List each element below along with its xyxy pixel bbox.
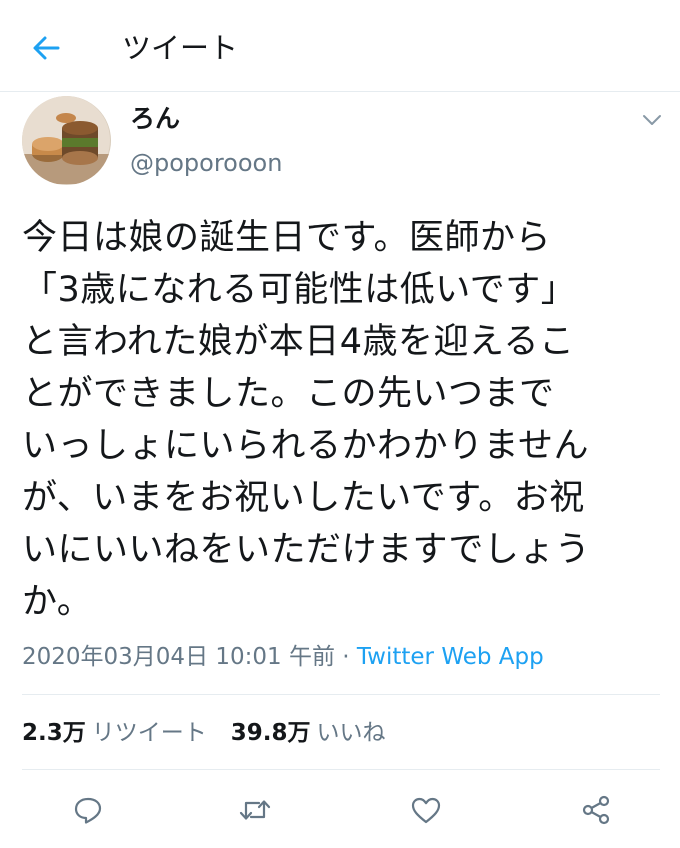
page-title: ツイート [122, 31, 239, 65]
meta-separator: · [334, 644, 357, 670]
back-button[interactable] [22, 26, 70, 70]
reply-button[interactable] [66, 788, 110, 832]
reply-icon [72, 794, 104, 826]
author-handle[interactable]: @poporooon [130, 146, 282, 180]
more-options-button[interactable] [636, 106, 668, 134]
top-bar: ツイート [0, 0, 680, 92]
tweet-stats: 2.3万 リツイート 39.8万 いいね [22, 716, 386, 750]
heart-icon [410, 795, 442, 825]
retweets-label: リツイート [91, 720, 207, 746]
share-button[interactable] [574, 788, 618, 832]
tweet-meta: 2020年03月04日 10:01 午前 · Twitter Web App [22, 640, 544, 674]
divider [22, 769, 660, 770]
client-link[interactable]: Twitter Web App [357, 644, 544, 670]
retweet-button[interactable] [233, 788, 277, 832]
arrow-left-icon [31, 33, 61, 63]
divider [22, 694, 660, 695]
author-name[interactable]: ろん [130, 102, 180, 136]
likes-count: 39.8万 [230, 720, 311, 746]
likes-label: いいね [316, 720, 386, 746]
share-icon [580, 794, 612, 826]
chevron-down-icon [642, 113, 662, 127]
retweet-icon [238, 794, 272, 826]
likes-stat[interactable]: 39.8万 いいね [231, 716, 386, 750]
timestamp[interactable]: 2020年03月04日 10:01 午前 [22, 644, 335, 670]
like-button[interactable] [404, 788, 448, 832]
avatar[interactable] [22, 96, 111, 185]
tweet-text: 今日は娘の誕生日です。医師から 「3歳になれる可能性は低いです」 と言われた娘が… [22, 218, 591, 622]
action-bar [0, 784, 680, 836]
retweets-stat[interactable]: 2.3万 リツイート [22, 716, 207, 750]
retweets-count: 2.3万 [22, 720, 86, 746]
